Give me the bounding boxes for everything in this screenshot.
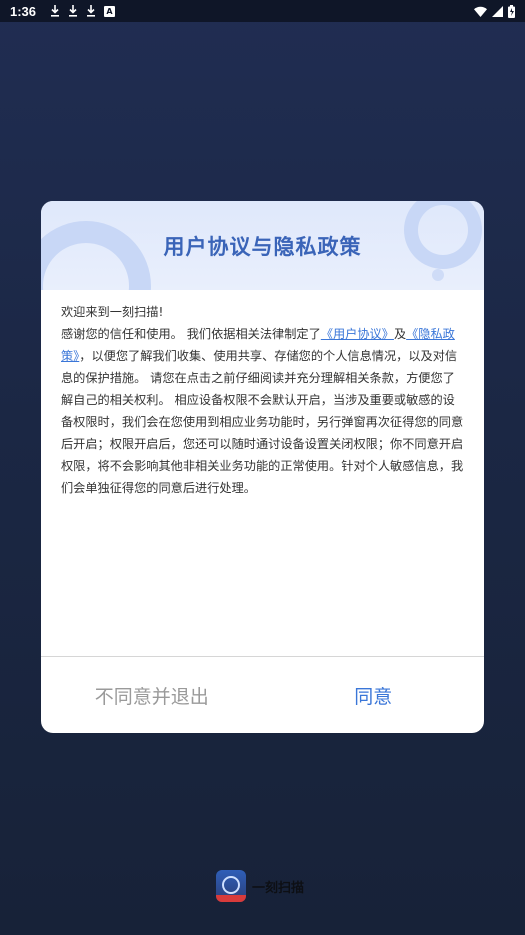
download-icon <box>50 5 60 17</box>
app-logo-icon <box>216 870 246 902</box>
agree-button[interactable]: 同意 <box>263 657 485 733</box>
agreement-text: 感谢您的信任和使用。 我们依据相关法律制定了《用户协议》及《隐私政策》，以便您了… <box>61 323 464 499</box>
greeting-text: 欢迎来到一刻扫描! <box>61 305 164 319</box>
user-agreement-link[interactable]: 《用户协议》 <box>321 327 394 341</box>
a-badge-icon: A <box>104 5 116 17</box>
battery-icon <box>508 4 515 18</box>
body-text-part1: 感谢您的信任和使用。 我们依据相关法律制定了 <box>61 327 321 341</box>
footer-brand: 一刻扫描 <box>216 870 304 902</box>
notification-icons: A <box>50 5 116 17</box>
app-name: 一刻扫描 <box>252 880 305 896</box>
body-text-part2: ，以便您了解我们收集、使用共享、存储您的个人信息情况，以及对信息的保护措施。 请… <box>61 349 464 495</box>
agreement-dialog: 用户协议与隐私政策 欢迎来到一刻扫描! 感谢您的信任和使用。 我们依据相关法律制… <box>41 201 484 733</box>
decor-dot <box>432 269 444 281</box>
download-icon <box>86 5 96 17</box>
status-bar: 1:36 A <box>0 0 525 22</box>
dialog-buttons: 不同意并退出 同意 <box>41 657 484 733</box>
dialog-body: 欢迎来到一刻扫描! 感谢您的信任和使用。 我们依据相关法律制定了《用户协议》及《… <box>41 290 484 656</box>
signal-icon <box>492 5 503 17</box>
dialog-title: 用户协议与隐私政策 <box>163 235 362 259</box>
system-icons <box>474 4 515 18</box>
and-text: 及 <box>393 327 407 341</box>
status-time: 1:36 <box>10 3 37 19</box>
dialog-header: 用户协议与隐私政策 <box>41 201 484 290</box>
wifi-icon <box>474 6 487 17</box>
download-icon <box>68 5 78 17</box>
disagree-exit-button[interactable]: 不同意并退出 <box>41 657 263 733</box>
